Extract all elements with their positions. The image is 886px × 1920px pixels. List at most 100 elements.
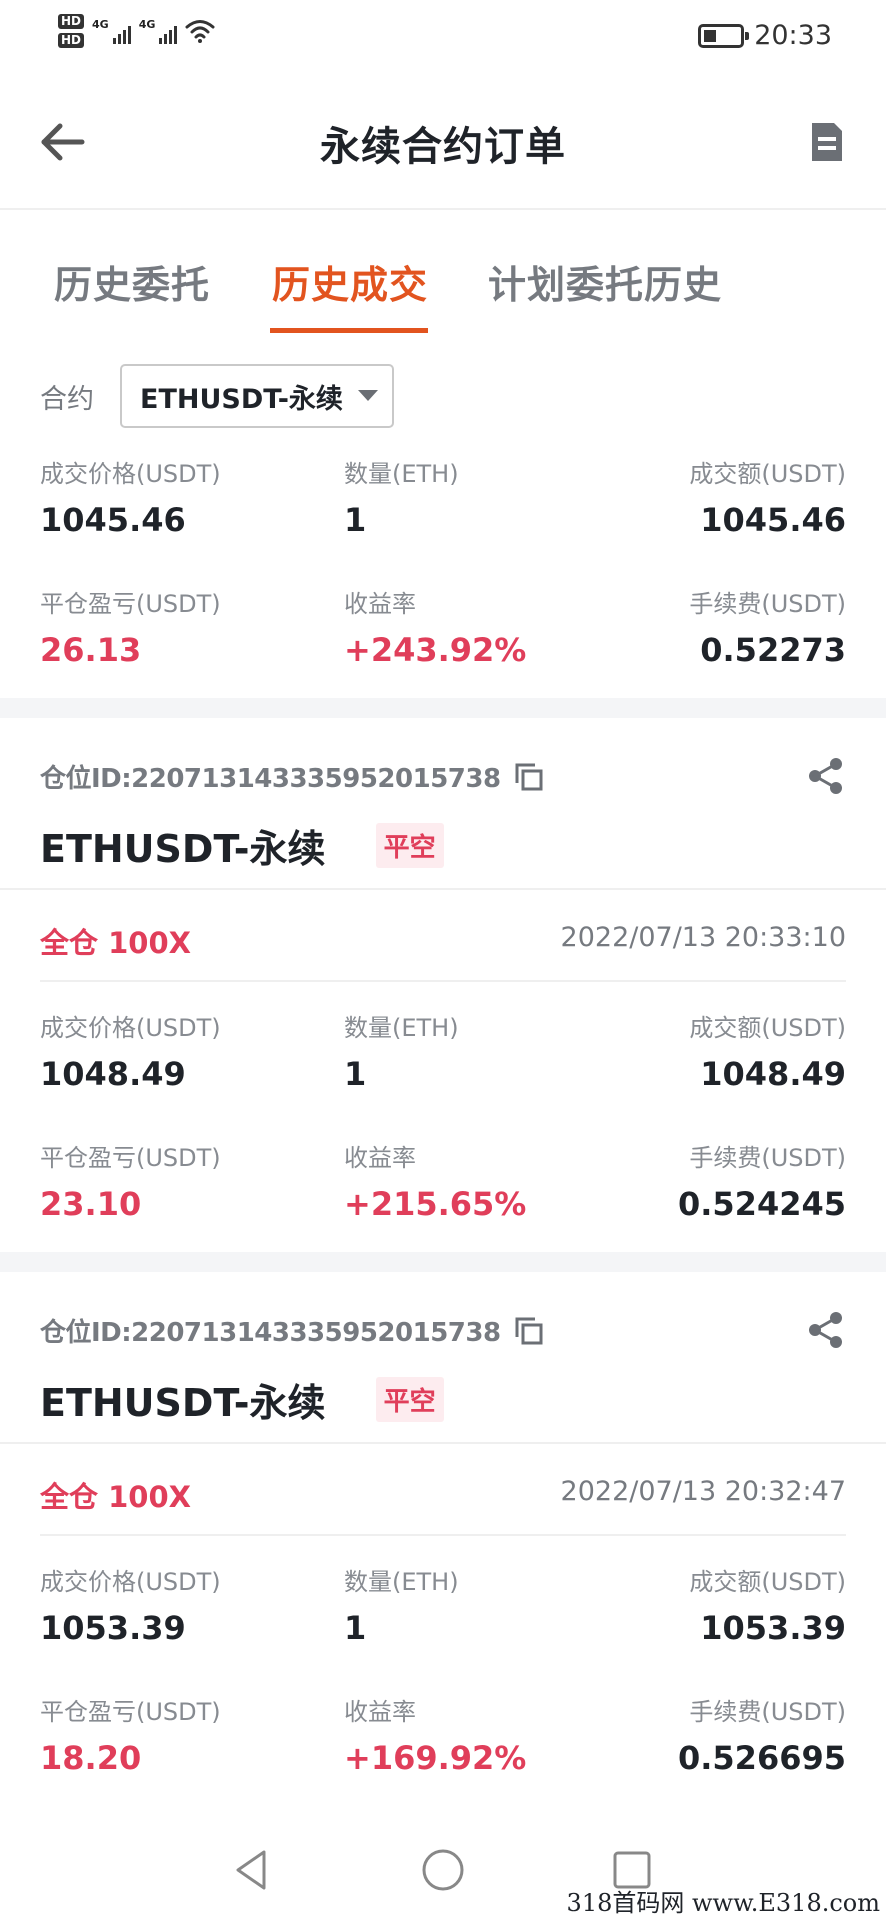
margin-mode: 全仓 100X xyxy=(40,1480,191,1514)
tab-trade-history[interactable]: 历史成交 xyxy=(272,254,428,309)
amount-cell: 成交额(USDT) 1045.46 xyxy=(689,454,846,539)
price-label: 成交价格(USDT) xyxy=(40,460,221,488)
trade-data-grid: 成交价格(USDT) 1048.49 数量(ETH) 1 成交额(USDT) 1… xyxy=(40,1008,846,1238)
contract-symbol: ETHUSDT-永续 xyxy=(40,827,326,871)
tab-order-history[interactable]: 历史委托 xyxy=(54,254,210,309)
roi-value: +243.92% xyxy=(344,631,527,669)
card-separator xyxy=(0,888,886,890)
share-icon[interactable] xyxy=(806,1310,846,1350)
signal-1-label: 4G xyxy=(92,18,109,31)
contract-select[interactable]: ETHUSDT-永续 xyxy=(120,364,394,428)
amount-label: 成交额(USDT) xyxy=(689,460,846,488)
pnl-cell: 平仓盈亏(USDT) 26.13 xyxy=(40,584,221,669)
status-bar: HD HD 4G 4G 20:33 xyxy=(0,0,886,76)
hd-badge-2: HD xyxy=(58,33,85,48)
signal-icon: 4G xyxy=(139,18,178,44)
price-value: 1045.46 xyxy=(40,501,186,539)
qty-label: 数量(ETH) xyxy=(344,460,459,488)
battery-icon xyxy=(698,23,750,48)
inner-separator xyxy=(40,1534,846,1536)
order-tabs: 历史委托 历史成交 计划委托历史 xyxy=(0,210,886,334)
fee-label: 手续费(USDT) xyxy=(689,590,846,618)
page-title: 永续合约订单 xyxy=(320,124,566,170)
side-badge: 平空 xyxy=(375,823,444,868)
fee-cell: 手续费(USDT) 0.52273 xyxy=(689,584,846,669)
price-cell: 成交价格(USDT) 1053.39 xyxy=(40,1562,221,1647)
inner-separator xyxy=(40,980,846,982)
trade-data-grid: 成交价格(USDT) 1053.39 数量(ETH) 1 成交额(USDT) 1… xyxy=(40,1562,846,1792)
contract-select-value: ETHUSDT-永续 xyxy=(140,383,343,415)
signal-icon: 4G xyxy=(92,18,131,44)
qty-label: 数量(ETH) xyxy=(344,1014,459,1042)
roi-label: 收益率 xyxy=(344,1144,416,1172)
position-id-row: 仓位ID:220713143335952015738 xyxy=(40,1312,545,1349)
amount-cell: 成交额(USDT) 1048.49 xyxy=(689,1008,846,1093)
pnl-label: 平仓盈亏(USDT) xyxy=(40,1698,221,1726)
symbol-row: ETHUSDT-永续 平空 xyxy=(40,818,444,873)
position-id-row: 仓位ID:220713143335952015738 xyxy=(40,758,545,795)
qty-cell: 数量(ETH) 1 xyxy=(344,1562,459,1647)
circle-home-icon[interactable] xyxy=(419,1846,467,1894)
margin-mode: 全仓 100X xyxy=(40,926,191,960)
amount-value: 1045.46 xyxy=(700,501,846,539)
qty-label: 数量(ETH) xyxy=(344,1568,459,1596)
hd-indicators: HD HD xyxy=(58,14,85,48)
watermark: 318首码网 www.E318.com xyxy=(566,1889,880,1917)
section-divider xyxy=(0,1252,886,1272)
amount-value: 1053.39 xyxy=(700,1609,846,1647)
contract-label: 合约 xyxy=(40,383,94,415)
amount-value: 1048.49 xyxy=(700,1055,846,1093)
amount-cell: 成交额(USDT) 1053.39 xyxy=(689,1562,846,1647)
symbol-row: ETHUSDT-永续 平空 xyxy=(40,1372,444,1427)
roi-cell: 收益率 +169.92% xyxy=(344,1692,526,1777)
share-icon[interactable] xyxy=(806,756,846,796)
pnl-cell: 平仓盈亏(USDT) 18.20 xyxy=(40,1692,221,1777)
tab-plan-order-history[interactable]: 计划委托历史 xyxy=(488,254,722,309)
side-badge: 平空 xyxy=(375,1377,444,1422)
trade-data-grid: 成交价格(USDT) 1045.46 数量(ETH) 1 成交额(USDT) 1… xyxy=(40,454,846,684)
pnl-cell: 平仓盈亏(USDT) 23.10 xyxy=(40,1138,221,1223)
section-divider xyxy=(0,698,886,718)
pnl-value: 18.20 xyxy=(40,1739,142,1777)
card-separator xyxy=(0,1442,886,1444)
pnl-value: 26.13 xyxy=(40,631,142,669)
fee-value: 0.524245 xyxy=(677,1185,846,1223)
fee-cell: 手续费(USDT) 0.526695 xyxy=(678,1692,846,1777)
qty-value: 1 xyxy=(344,501,367,539)
top-app-bar: 永续合约订单 xyxy=(0,76,886,210)
qty-cell: 数量(ETH) 1 xyxy=(344,454,459,539)
roi-value: +169.92% xyxy=(344,1739,527,1777)
fee-value: 0.526695 xyxy=(677,1739,846,1777)
triangle-back-icon[interactable] xyxy=(228,1846,276,1894)
roi-label: 收益率 xyxy=(344,1698,416,1726)
fee-value: 0.52273 xyxy=(700,631,846,669)
document-icon[interactable] xyxy=(806,120,846,164)
price-label: 成交价格(USDT) xyxy=(40,1568,221,1596)
trade-time: 2022/07/13 20:32:47 xyxy=(560,1476,846,1507)
wifi-icon xyxy=(185,20,215,43)
price-value: 1053.39 xyxy=(40,1609,186,1647)
pnl-value: 23.10 xyxy=(40,1185,142,1223)
copy-icon[interactable] xyxy=(513,1315,545,1347)
position-id: 仓位ID:220713143335952015738 xyxy=(40,764,501,794)
trade-card: 仓位ID:220713143335952015738 ETHUSDT-永续 平空… xyxy=(0,718,886,1252)
position-id: 仓位ID:220713143335952015738 xyxy=(40,1318,501,1348)
qty-value: 1 xyxy=(344,1055,367,1093)
qty-value: 1 xyxy=(344,1609,367,1647)
qty-cell: 数量(ETH) 1 xyxy=(344,1008,459,1093)
copy-icon[interactable] xyxy=(513,761,545,793)
contract-filter: 合约 ETHUSDT-永续 xyxy=(40,364,394,428)
price-cell: 成交价格(USDT) 1045.46 xyxy=(40,454,221,539)
signal-2-label: 4G xyxy=(138,18,156,31)
price-label: 成交价格(USDT) xyxy=(40,1014,221,1042)
status-left: HD HD 4G 4G xyxy=(58,14,215,48)
trade-card: 仓位ID:220713143335952015738 ETHUSDT-永续 平空… xyxy=(0,1272,886,1806)
status-time: 20:33 xyxy=(754,20,832,51)
price-value: 1048.49 xyxy=(40,1055,186,1093)
hd-badge-1: HD xyxy=(58,14,85,29)
pnl-label: 平仓盈亏(USDT) xyxy=(40,590,221,618)
roi-cell: 收益率 +215.65% xyxy=(344,1138,526,1223)
amount-label: 成交额(USDT) xyxy=(689,1568,846,1596)
fee-label: 手续费(USDT) xyxy=(689,1698,846,1726)
amount-label: 成交额(USDT) xyxy=(689,1014,846,1042)
